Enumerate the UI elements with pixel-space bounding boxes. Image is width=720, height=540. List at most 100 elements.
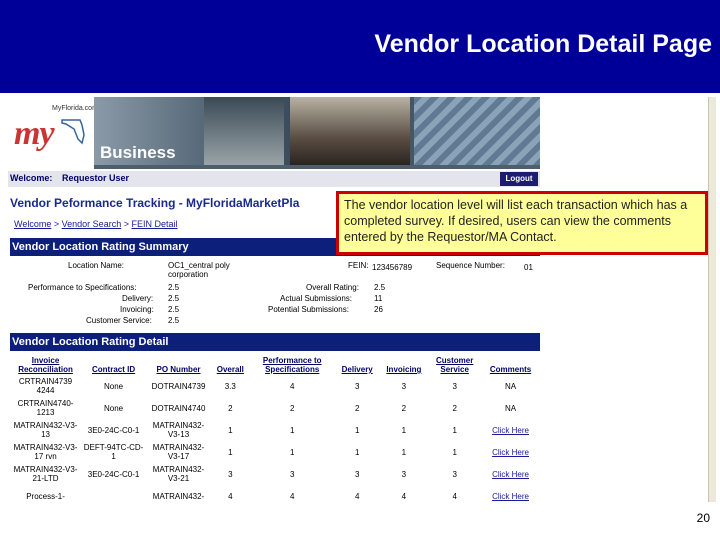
breadcrumb: Welcome > Vendor Search > FEIN Detail [14,219,178,229]
perf-spec-value: 2.5 [168,283,180,292]
logo-my-text: my [14,115,55,152]
banner-photo [204,97,284,165]
actual-submissions-value: 11 [374,294,383,303]
perf-cell: 4 [289,381,295,391]
perf-cell: 1 [289,447,295,457]
column-header[interactable]: Contract ID [81,355,146,375]
banner-business-text: Business [100,143,176,162]
comments-link[interactable]: Click Here [481,485,540,502]
rating-detail-header: Vendor Location Rating Detail [10,333,540,351]
invoice-cell: MATRAIN432-V3-21-LTD [13,465,78,483]
vertical-scrollbar[interactable] [708,97,716,502]
contract-cell: DEFT-94TC-CD-1 [83,443,144,461]
comments-link[interactable]: Click Here [481,463,540,485]
perf-spec-label: Performance to Specifications: [28,283,137,292]
breadcrumb-vendor-search-link[interactable]: Vendor Search [62,219,122,229]
contract-cell: None [103,381,124,391]
column-header[interactable]: Customer Service [428,355,481,375]
overall-rating-value: 2.5 [374,283,386,292]
business-banner: Business [94,97,540,165]
table-row: CRTRAIN4740-1213 None DOTRAIN4740 2 2 2 … [10,397,540,419]
customer-cell: 3 [452,469,457,479]
page-heading: Vendor Peformance Tracking - MyFloridaMa… [10,196,300,210]
invoice-cell: Process-1- [26,491,65,501]
potential-submissions-value: 26 [374,305,383,314]
customer-cell: 2 [452,403,457,413]
column-header[interactable]: Overall [211,355,250,375]
slide-title: Vendor Location Detail Page [374,30,712,58]
invoicing-cell: 1 [401,425,407,435]
invoicing-label: Invoicing: [120,305,154,314]
banner-photo [414,97,540,165]
table-row: MATRAIN432-V3-21-LTD 3E0-24C-C0-1 MATRAI… [10,463,540,485]
column-header[interactable]: Comments [481,355,540,375]
customer-cell: 1 [452,425,457,435]
invoice-cell: CRTRAIN4740-1213 [17,399,74,417]
potential-submissions-label: Potential Submissions: [268,305,349,314]
column-header[interactable]: Invoice Reconciliation [10,355,81,375]
callout-note: The vendor location level will list each… [336,191,708,255]
invoicing-cell: 3 [401,469,407,479]
overall-cell: 2 [228,403,233,413]
delivery-cell: 3 [354,381,360,391]
contract-cell: 3E0-24C-C0-1 [87,469,140,479]
table-row: Process-1- MATRAIN432- 4 4 4 4 4 Click H… [10,485,540,502]
overall-cell: 1 [228,447,233,457]
myflorida-logo[interactable]: MyFlorida.com my [10,101,98,161]
overall-cell: 3.3 [224,381,236,391]
invoice-cell: CRTRAIN4739 4244 [18,377,73,395]
customer-cell: 4 [452,491,457,501]
invoicing-cell: 4 [401,491,407,501]
invoicing-value: 2.5 [168,305,180,314]
contract-cell: 3E0-24C-C0-1 [87,425,140,435]
column-header[interactable]: Delivery [335,355,380,375]
po-cell: MATRAIN432-V3-17 [152,443,205,461]
banner-divider [94,165,540,169]
overall-cell: 1 [228,425,233,435]
delivery-label: Delivery: [122,294,154,303]
invoicing-cell: 3 [401,381,407,391]
location-name-value: OC1_central poly corporation [168,261,230,279]
column-header[interactable]: Invoicing [380,355,429,375]
overall-cell: 3 [228,469,233,479]
fein-value: 123456789 [372,263,413,272]
comments-cell: NA [504,403,517,413]
slide-header: Vendor Location Detail Page [0,0,720,93]
po-cell: MATRAIN432-V3-21 [152,465,205,483]
rating-detail-table: Invoice Reconciliation Contract ID PO Nu… [10,355,540,502]
po-cell: MATRAIN432-V3-13 [152,421,205,439]
comments-link[interactable]: Click Here [481,441,540,463]
sequence-label: Sequence Number: [436,261,505,270]
perf-cell: 1 [289,425,295,435]
logout-button[interactable]: Logout [500,172,538,186]
perf-cell: 4 [289,491,295,501]
logo-site-text: MyFlorida.com [52,105,98,112]
perf-cell: 2 [289,403,295,413]
location-name-label: Location Name: [68,261,125,270]
customer-service-label: Customer Service: [86,316,152,325]
table-row: MATRAIN432-V3-13 3E0-24C-C0-1 MATRAIN432… [10,419,540,441]
delivery-cell: 3 [354,469,360,479]
delivery-cell: 1 [354,425,360,435]
po-cell: DOTRAIN4739 [151,381,206,391]
overall-cell: 4 [228,491,233,501]
contract-cell [81,485,146,502]
invoicing-cell: 2 [401,403,407,413]
breadcrumb-fein-detail-link[interactable]: FEIN Detail [132,219,178,229]
breadcrumb-welcome-link[interactable]: Welcome [14,219,51,229]
comments-link[interactable]: Click Here [481,419,540,441]
column-header[interactable]: Performance to Specifications [250,355,335,375]
delivery-value: 2.5 [168,294,180,303]
florida-shape-icon [61,119,85,145]
customer-cell: 1 [452,447,457,457]
overall-rating-label: Overall Rating: [306,283,359,292]
page-number: 20 [696,511,710,525]
welcome-user: Requestor User [62,173,130,183]
column-header[interactable]: PO Number [146,355,211,375]
welcome-label: Welcome: [10,173,53,183]
delivery-cell: 1 [354,447,360,457]
table-row: MATRAIN432-V3-17 rvn DEFT-94TC-CD-1 MATR… [10,441,540,463]
welcome-bar: Welcome: Requestor User Logout [8,171,540,187]
breadcrumb-separator: > [53,219,60,229]
fein-label: FEIN: [348,261,369,270]
